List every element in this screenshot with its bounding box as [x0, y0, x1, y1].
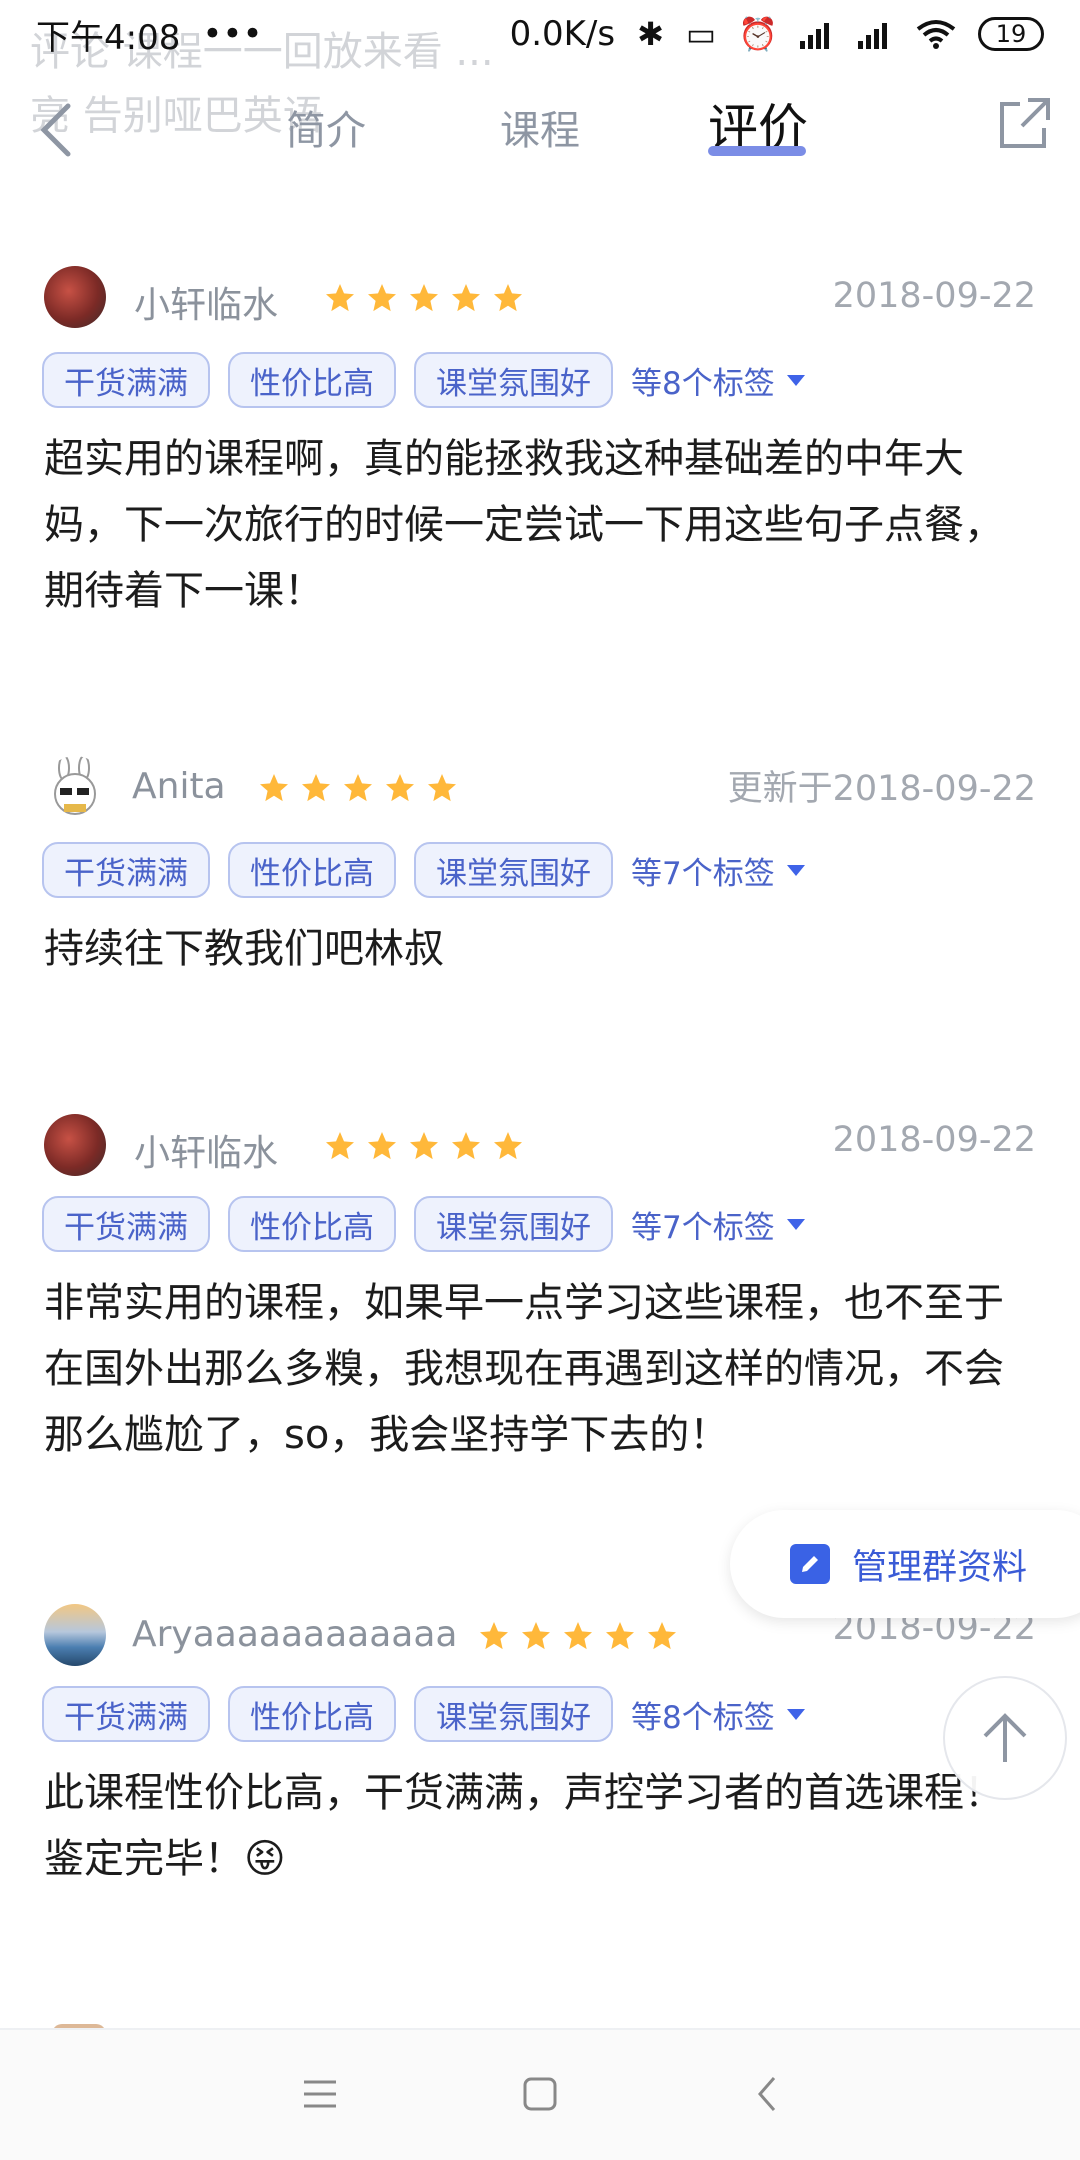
star-icon: [326, 284, 354, 312]
star-icon: [452, 284, 480, 312]
avatar[interactable]: [44, 756, 106, 818]
bunny-avatar-icon: [54, 756, 96, 815]
rating-stars: [258, 772, 458, 804]
more-tags-toggle[interactable]: 等7个标签: [631, 848, 805, 893]
star-icon: [344, 774, 372, 802]
star-icon: [410, 284, 438, 312]
review-content: 持续往下教我们吧林叔: [44, 926, 444, 972]
star-icon: [260, 774, 288, 802]
review-username[interactable]: Anita: [132, 766, 226, 807]
manage-group-button[interactable]: 管理群资料: [730, 1510, 1080, 1618]
tab-course[interactable]: 课程: [500, 98, 580, 156]
star-icon: [410, 1132, 438, 1160]
rating-stars: [324, 1130, 524, 1162]
wifi-icon: [916, 20, 956, 49]
battery-icon: 19: [978, 17, 1044, 51]
star-icon: [428, 774, 456, 802]
tag-chip[interactable]: 干货满满: [42, 1686, 210, 1742]
caret-down-icon: [786, 1218, 805, 1230]
star-icon: [564, 1622, 592, 1650]
arrow-up-icon: [983, 1713, 1027, 1762]
status-dots: •••: [202, 14, 263, 54]
edit-icon: [790, 1544, 830, 1584]
rating-stars: [478, 1620, 678, 1652]
tag-chip[interactable]: 性价比高: [228, 352, 396, 408]
review-tags: 干货满满 性价比高 课堂氛围好 等8个标签: [42, 352, 805, 408]
star-icon: [302, 774, 330, 802]
signal-icon: [800, 23, 829, 49]
tag-chip[interactable]: 干货满满: [42, 842, 210, 898]
scroll-top-button[interactable]: [943, 1676, 1067, 1800]
review-tags: 干货满满 性价比高 课堂氛围好 等7个标签: [42, 842, 805, 898]
more-tags-label: 等8个标签: [631, 1699, 775, 1736]
star-icon: [452, 1132, 480, 1160]
back-arrow-icon[interactable]: [28, 94, 88, 164]
tag-chip[interactable]: 性价比高: [228, 1686, 396, 1742]
caret-down-icon: [786, 1708, 805, 1720]
review-username[interactable]: 小轩临水: [134, 1124, 278, 1176]
tag-chip[interactable]: 课堂氛围好: [414, 352, 613, 408]
star-icon: [606, 1622, 634, 1650]
active-tab-underline: [708, 146, 806, 156]
back-icon[interactable]: [748, 2074, 788, 2114]
more-tags-toggle[interactable]: 等7个标签: [631, 1202, 805, 1247]
star-icon: [522, 1622, 550, 1650]
review-tags: 干货满满 性价比高 课堂氛围好 等7个标签: [42, 1196, 805, 1252]
more-tags-toggle[interactable]: 等8个标签: [631, 358, 805, 403]
review-date: 更新于2018-09-22: [727, 769, 1036, 809]
status-bar: 下午4:08 ••• 0.0K/s ✱ ▭ ⏰ 19: [0, 0, 1080, 68]
star-icon: [326, 1132, 354, 1160]
home-icon[interactable]: [520, 2074, 560, 2114]
star-icon: [494, 284, 522, 312]
more-tags-label: 等8个标签: [631, 365, 775, 402]
star-icon: [480, 1622, 508, 1650]
avatar[interactable]: [44, 1114, 106, 1176]
signal-hd-icon: [858, 23, 887, 49]
tab-intro[interactable]: 简介: [286, 98, 366, 156]
avatar[interactable]: [44, 266, 106, 328]
tag-chip[interactable]: 性价比高: [228, 842, 396, 898]
review-content: 非常实用的课程，如果早一点学习这些课程，也不至于在国外出那么多糗，我想现在再遇到…: [44, 1280, 1004, 1458]
caret-down-icon: [786, 374, 805, 386]
menu-icon[interactable]: [300, 2074, 340, 2114]
alarm-icon: ⏰: [738, 15, 778, 53]
status-time: 下午4:08: [36, 17, 181, 58]
caret-down-icon: [786, 864, 805, 876]
tag-chip[interactable]: 课堂氛围好: [414, 1196, 613, 1252]
review-content: 超实用的课程啊，真的能拯救我这种基础差的中年大妈，下一次旅行的时候一定尝试一下用…: [44, 436, 1004, 614]
rating-stars: [324, 282, 524, 314]
star-icon: [494, 1132, 522, 1160]
review-username[interactable]: Aryaaaaaaaaaaaa: [132, 1614, 457, 1655]
review-date: 2018-09-22: [832, 276, 1036, 316]
more-tags-toggle[interactable]: 等8个标签: [631, 1692, 805, 1737]
vibrate-icon: ▭: [685, 15, 717, 53]
review-tags: 干货满满 性价比高 课堂氛围好 等8个标签: [42, 1686, 805, 1742]
star-icon: [648, 1622, 676, 1650]
tag-chip[interactable]: 课堂氛围好: [414, 1686, 613, 1742]
status-speed: 0.0K/s: [509, 14, 616, 54]
review-username[interactable]: 小轩临水: [134, 276, 278, 328]
review-content: 此课程性价比高，干货满满，声控学习者的首选课程！鉴定完毕！😝: [44, 1770, 1004, 1882]
manage-group-label: 管理群资料: [852, 1547, 1028, 1588]
star-icon: [368, 1132, 396, 1160]
app-screen: 评论 课程一一回放来看 ... 亮 告别哑巴英语 下午4:08 ••• 0.0K…: [0, 0, 1080, 2160]
more-tags-label: 等7个标签: [631, 855, 775, 892]
more-tags-label: 等7个标签: [631, 1209, 775, 1246]
tag-chip[interactable]: 干货满满: [42, 1196, 210, 1252]
top-nav: 简介 课程 评价: [0, 80, 1080, 176]
star-icon: [386, 774, 414, 802]
tag-chip[interactable]: 性价比高: [228, 1196, 396, 1252]
review-date: 2018-09-22: [832, 1120, 1036, 1160]
bluetooth-icon: ✱: [637, 15, 664, 53]
tag-chip[interactable]: 课堂氛围好: [414, 842, 613, 898]
system-nav-bar: [0, 2030, 1080, 2160]
avatar[interactable]: [44, 1604, 106, 1666]
tag-chip[interactable]: 干货满满: [42, 352, 210, 408]
star-icon: [368, 284, 396, 312]
share-icon[interactable]: [994, 94, 1054, 154]
